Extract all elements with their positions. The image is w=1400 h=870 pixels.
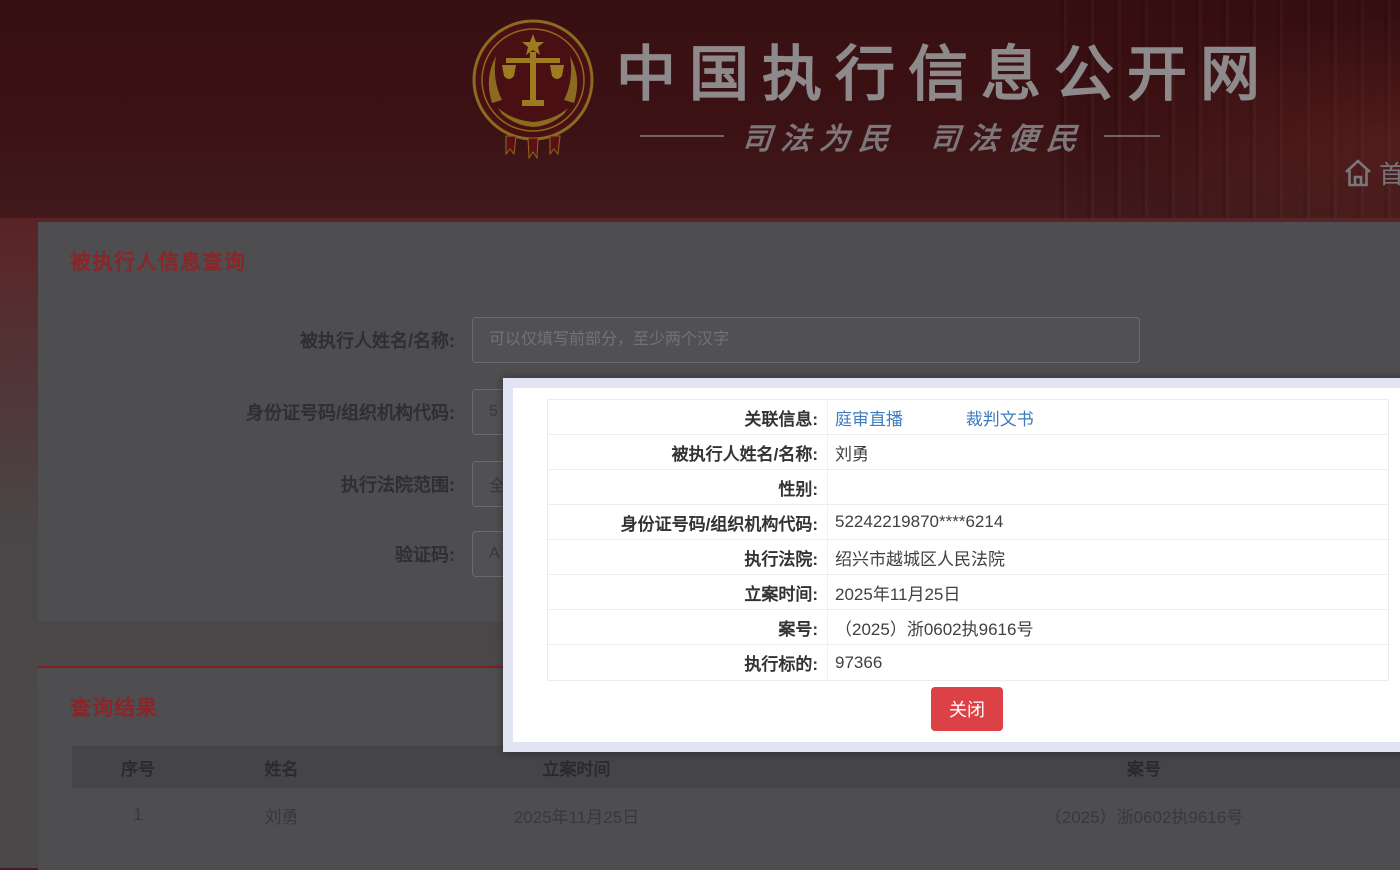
detail-name-label: 被执行人姓名/名称: — [548, 435, 828, 469]
detail-row-court: 执行法院: 绍兴市越城区人民法院 — [548, 540, 1388, 575]
detail-filing-date-label: 立案时间: — [548, 575, 828, 609]
detail-table: 关联信息: 庭审直播 裁判文书 被执行人姓名/名称: 刘勇 性别: 身份证号码/… — [547, 399, 1389, 681]
detail-row-gender: 性别: — [548, 470, 1388, 505]
detail-execution-target-value: 97366 — [828, 653, 1388, 673]
detail-filing-date-value: 2025年11月25日 — [828, 580, 1388, 605]
detail-row-filing-date: 立案时间: 2025年11月25日 — [548, 575, 1388, 610]
close-button[interactable]: 关闭 — [931, 687, 1003, 731]
detail-court-label: 执行法院: — [548, 540, 828, 574]
detail-court-value: 绍兴市越城区人民法院 — [828, 545, 1388, 570]
detail-row-case-number: 案号: （2025）浙0602执9616号 — [548, 610, 1388, 645]
detail-row-related-info: 关联信息: 庭审直播 裁判文书 — [548, 400, 1388, 435]
detail-case-number-label: 案号: — [548, 610, 828, 644]
detail-id-value: 52242219870****6214 — [828, 512, 1388, 532]
related-info-label: 关联信息: — [548, 400, 828, 434]
judgment-documents-link[interactable]: 裁判文书 — [966, 410, 1034, 429]
detail-row-name: 被执行人姓名/名称: 刘勇 — [548, 435, 1388, 470]
court-livestream-link[interactable]: 庭审直播 — [835, 410, 903, 429]
detail-id-label: 身份证号码/组织机构代码: — [548, 505, 828, 539]
detail-execution-target-label: 执行标的: — [548, 645, 828, 680]
detail-row-id-number: 身份证号码/组织机构代码: 52242219870****6214 — [548, 505, 1388, 540]
detail-modal: 关联信息: 庭审直播 裁判文书 被执行人姓名/名称: 刘勇 性别: 身份证号码/… — [503, 378, 1400, 752]
detail-gender-label: 性别: — [548, 470, 828, 504]
detail-row-execution-target: 执行标的: 97366 — [548, 645, 1388, 680]
detail-case-number-value: （2025）浙0602执9616号 — [828, 615, 1388, 640]
detail-name-value: 刘勇 — [828, 440, 1388, 465]
